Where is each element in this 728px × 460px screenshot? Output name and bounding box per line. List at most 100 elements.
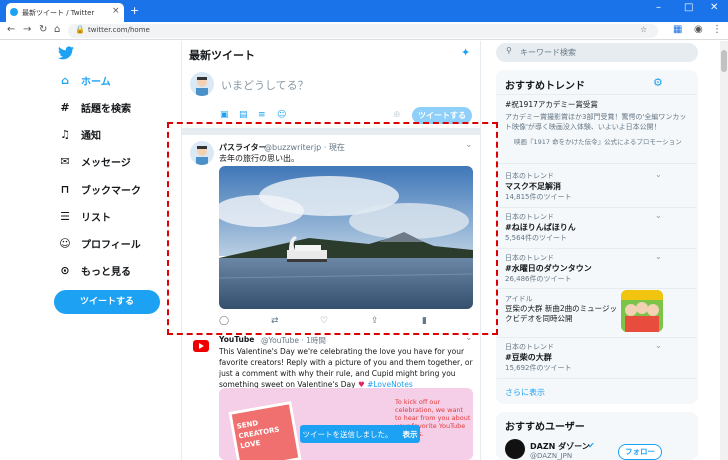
- chevron-down-icon[interactable]: ⌄: [655, 211, 662, 220]
- gear-icon[interactable]: ⚙: [653, 76, 663, 89]
- home-browser-icon[interactable]: ⌂: [54, 24, 60, 35]
- trend-title: #ねほりんぱほりん: [505, 223, 576, 232]
- trend-count: 15,692件のツイート: [505, 364, 572, 372]
- url-text: twitter.com/home: [88, 26, 150, 34]
- nav-label: 話題を検索: [81, 103, 131, 115]
- trend-title: マスク不足解消: [505, 182, 561, 191]
- new-tab-button[interactable]: +: [130, 4, 139, 17]
- trend-desc: アカデミー賞撮影賞ほか3部門受賞！驚愕の'全編ワンカット映像'が導く映画没入体験…: [505, 113, 687, 131]
- verified-icon: ✔: [588, 441, 595, 450]
- nav-item-bookmarks[interactable]: ⊓ ブックマーク: [58, 179, 141, 199]
- back-icon[interactable]: ←: [7, 24, 15, 35]
- more-icon: ⊙: [60, 263, 70, 277]
- toast-view-link[interactable]: 表示: [403, 429, 418, 440]
- divider: [497, 337, 697, 338]
- nav-label: リスト: [81, 212, 111, 224]
- twitter-logo-icon[interactable]: [58, 46, 74, 60]
- trend-count: 26,486件のツイート: [505, 275, 572, 283]
- nav-item-messages[interactable]: ✉ メッセージ: [58, 151, 131, 171]
- reload-icon[interactable]: ↻: [39, 24, 47, 35]
- divider: [497, 94, 697, 95]
- nav-item-explore[interactable]: # 話題を検索: [58, 97, 131, 117]
- poll-icon[interactable]: ≡: [258, 110, 266, 120]
- nav-label: メッセージ: [81, 157, 131, 169]
- divider: [497, 207, 697, 208]
- list-icon: ☰: [60, 209, 70, 223]
- trend-item[interactable]: 日本のトレンド #水曜日のダウンタウン 26,486件のツイート: [505, 253, 693, 284]
- avatar-icon: ☺: [59, 236, 71, 250]
- trend-meta: 日本のトレンド: [505, 172, 554, 180]
- search-icon: ⚲: [506, 46, 512, 55]
- browser-tab[interactable]: 最新ツイート / Twitter ×: [6, 3, 124, 22]
- trends-title: おすすめトレンド: [505, 81, 585, 92]
- chevron-down-icon[interactable]: ⌄: [655, 341, 662, 350]
- add-thread-icon[interactable]: ⊕: [393, 110, 401, 120]
- toast-notification: ツイートを送信しました。 表示: [300, 425, 420, 443]
- tweet-text: This Valentine's Day we're celebrating t…: [219, 346, 475, 390]
- home-icon: ⌂: [61, 73, 69, 87]
- nav-item-more[interactable]: ⊙ もっと見る: [58, 260, 131, 280]
- search-input[interactable]: ⚲ キーワード検索: [496, 43, 698, 62]
- trend-item[interactable]: アイドル 豆柴の大群 新曲2曲のミュージックビデオを同時公開: [505, 294, 617, 324]
- promo-card[interactable]: SEND CREATORS LOVE To kick off our celeb…: [219, 388, 473, 460]
- mail-icon: ✉: [60, 154, 70, 168]
- maximize-button[interactable]: □: [684, 2, 693, 13]
- trend-meta: 日本のトレンド: [505, 343, 554, 351]
- tab-close-icon[interactable]: ×: [112, 6, 120, 16]
- divider: [497, 378, 697, 379]
- trend-title: #祝1917アカデミー賞受賞: [505, 100, 598, 109]
- gif-icon[interactable]: ▤: [239, 110, 248, 120]
- user-name[interactable]: DAZN ダゾーン: [530, 441, 590, 452]
- profile-icon[interactable]: ◉: [694, 24, 703, 35]
- nav-label: 通知: [81, 130, 101, 142]
- twitter-favicon-icon: [10, 8, 18, 16]
- trend-item[interactable]: #祝1917アカデミー賞受賞 アカデミー賞撮影賞ほか3部門受賞！驚愕の'全編ワン…: [505, 99, 693, 146]
- page-scrollbar[interactable]: [720, 41, 728, 460]
- tweet-author-name[interactable]: YouTube: [219, 335, 254, 344]
- tweet-button[interactable]: ツイートする: [54, 290, 160, 314]
- address-bar[interactable]: 🔒 twitter.com/home ☆: [68, 24, 658, 38]
- image-icon[interactable]: ▣: [220, 110, 229, 120]
- trend-count: 5,564件のツイート: [505, 234, 568, 242]
- nav-item-profile[interactable]: ☺ プロフィール: [58, 233, 141, 253]
- show-more-link[interactable]: さらに表示: [505, 387, 545, 398]
- window-close-button[interactable]: ✕: [710, 2, 718, 13]
- nav-label: ブックマーク: [81, 185, 141, 197]
- highlight-box: [167, 122, 498, 335]
- nav-label: プロフィール: [81, 239, 141, 251]
- tweet-body: This Valentine's Day we're celebrating t…: [219, 347, 473, 389]
- minimize-button[interactable]: –: [656, 2, 661, 13]
- trend-item[interactable]: 日本のトレンド #豆柴の大群 15,692件のツイート: [505, 342, 693, 373]
- nav-item-notifications[interactable]: ♫ 通知: [58, 124, 101, 144]
- nav-item-home[interactable]: ⌂ ホーム: [58, 70, 111, 90]
- forward-icon[interactable]: →: [23, 24, 31, 35]
- emoji-icon[interactable]: ☺: [277, 110, 286, 120]
- bell-icon: ♫: [60, 127, 70, 141]
- trend-item[interactable]: 日本のトレンド マスク不足解消 14,815件のツイート: [505, 171, 693, 202]
- chevron-down-icon[interactable]: ⌄: [655, 252, 662, 261]
- hash-icon: #: [60, 100, 70, 114]
- dazn-avatar[interactable]: [505, 439, 525, 459]
- youtube-logo-icon[interactable]: [193, 340, 209, 352]
- compose-input[interactable]: いまどうしてる？: [221, 77, 309, 93]
- extension-icon[interactable]: ▦: [673, 24, 682, 35]
- follow-button[interactable]: フォロー: [618, 444, 662, 460]
- tab-title: 最新ツイート / Twitter: [22, 9, 95, 17]
- tweet-author-handle[interactable]: @YouTube · 1時間: [261, 335, 326, 346]
- nav-item-lists[interactable]: ☰ リスト: [58, 206, 111, 226]
- search-placeholder: キーワード検索: [520, 48, 576, 57]
- sparkle-icon[interactable]: ✦: [461, 46, 470, 59]
- trend-thumbnail[interactable]: [621, 290, 663, 332]
- divider: [497, 248, 697, 249]
- trend-meta: 日本のトレンド: [505, 254, 554, 262]
- avatar[interactable]: [190, 72, 214, 96]
- who-to-follow-title: おすすめユーザー: [505, 422, 585, 433]
- trend-count: 14,815件のツイート: [505, 193, 572, 201]
- divider: [497, 288, 697, 289]
- chevron-down-icon[interactable]: ⌄: [655, 170, 662, 179]
- trend-item[interactable]: 日本のトレンド #ねほりんぱほりん 5,564件のツイート: [505, 212, 693, 243]
- trend-meta: 日本のトレンド: [505, 213, 554, 221]
- scrollbar-thumb[interactable]: [721, 50, 727, 72]
- star-icon[interactable]: ☆: [640, 25, 647, 34]
- menu-icon[interactable]: ⋮: [712, 24, 722, 35]
